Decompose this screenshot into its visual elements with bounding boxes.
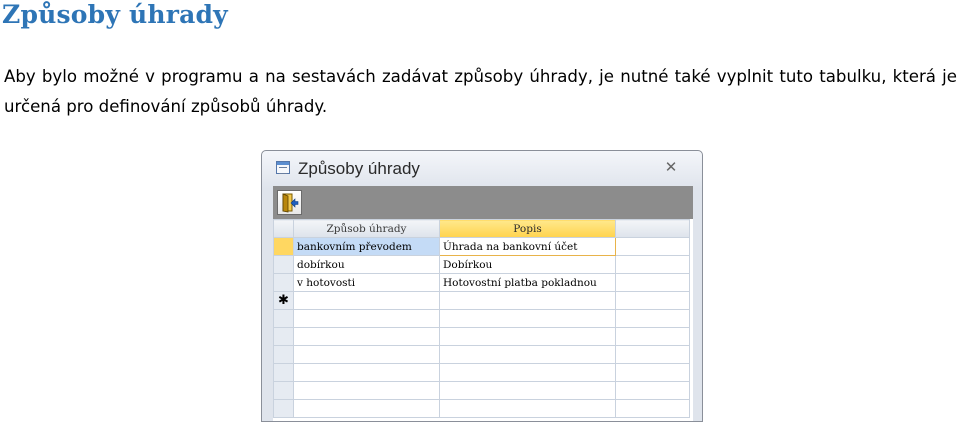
cell-empty bbox=[615, 255, 690, 274]
access-form-window: Způsoby úhrady ✕ Způsob úhrady Popis ban… bbox=[261, 150, 703, 422]
datasheet: Způsob úhrady Popis bankovním převodem Ú… bbox=[273, 219, 693, 421]
table-header-row: Způsob úhrady Popis bbox=[273, 219, 690, 238]
window-title-bar[interactable]: Způsoby úhrady ✕ bbox=[262, 151, 702, 187]
cell-empty bbox=[615, 273, 690, 292]
exit-door-icon bbox=[282, 193, 299, 213]
form-toolbar bbox=[273, 186, 693, 219]
new-record-row[interactable]: ✱ bbox=[273, 291, 690, 310]
select-all-corner[interactable] bbox=[273, 219, 294, 238]
row-selector[interactable] bbox=[273, 255, 294, 274]
cell-popis-new[interactable] bbox=[439, 291, 616, 310]
close-icon[interactable]: ✕ bbox=[662, 159, 680, 177]
empty-row bbox=[273, 327, 690, 346]
row-selector[interactable] bbox=[273, 273, 294, 292]
cell-empty bbox=[615, 237, 690, 256]
row-selector[interactable] bbox=[273, 237, 294, 256]
exit-button[interactable] bbox=[277, 190, 302, 215]
column-header-empty bbox=[615, 219, 690, 238]
column-header-zpusob[interactable]: Způsob úhrady bbox=[293, 219, 440, 238]
window-title: Způsoby úhrady bbox=[298, 159, 420, 178]
new-record-icon: ✱ bbox=[273, 291, 294, 310]
cell-popis[interactable]: Dobírkou bbox=[439, 255, 616, 274]
intro-paragraph: Aby bylo možné v programu a na sestavách… bbox=[4, 67, 957, 116]
cell-popis[interactable]: Hotovostní platba pokladnou bbox=[439, 273, 616, 292]
table-row[interactable]: v hotovosti Hotovostní platba pokladnou bbox=[273, 273, 690, 292]
table-row[interactable]: bankovním převodem Úhrada na bankovní úč… bbox=[273, 237, 690, 256]
empty-row bbox=[273, 381, 690, 400]
cell-zpusob-new[interactable] bbox=[293, 291, 440, 310]
page-heading: Způsoby úhrady bbox=[2, 0, 228, 29]
cell-empty bbox=[615, 291, 690, 310]
cell-zpusob[interactable]: dobírkou bbox=[293, 255, 440, 274]
cell-popis[interactable]: Úhrada na bankovní účet bbox=[439, 237, 616, 256]
empty-row bbox=[273, 399, 690, 418]
table-row[interactable]: dobírkou Dobírkou bbox=[273, 255, 690, 274]
cell-zpusob[interactable]: bankovním převodem bbox=[293, 237, 440, 256]
payment-methods-table: Způsob úhrady Popis bankovním převodem Ú… bbox=[273, 219, 690, 418]
empty-row bbox=[273, 345, 690, 364]
empty-row bbox=[273, 363, 690, 382]
empty-row bbox=[273, 309, 690, 328]
form-icon bbox=[276, 161, 290, 174]
column-header-popis[interactable]: Popis bbox=[439, 219, 616, 238]
cell-zpusob[interactable]: v hotovosti bbox=[293, 273, 440, 292]
